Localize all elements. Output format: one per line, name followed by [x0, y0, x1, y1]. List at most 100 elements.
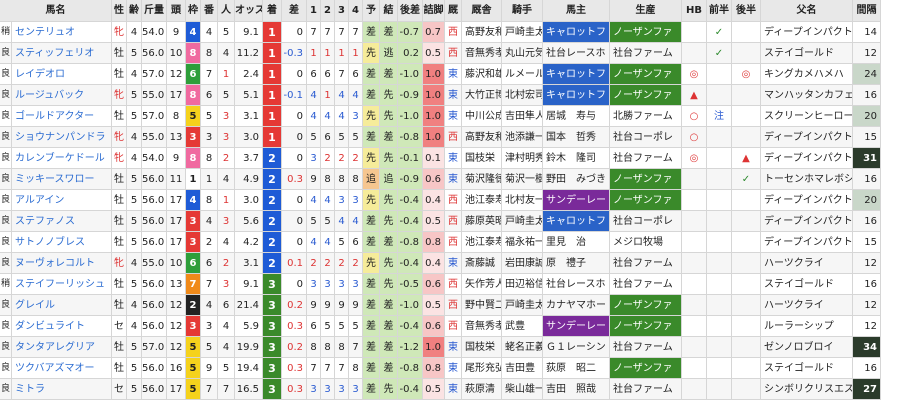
cell-sa: 0 — [282, 211, 307, 232]
column-header[interactable]: 前半 — [707, 0, 732, 22]
cell-tsume: 0.4 — [423, 190, 445, 211]
cell-odds: 3.1 — [235, 253, 263, 274]
cell-p3: 5 — [335, 316, 349, 337]
column-header[interactable]: 人 — [218, 0, 235, 22]
column-header[interactable]: 枠 — [186, 0, 201, 22]
column-header[interactable]: 結 — [380, 0, 398, 22]
cell-p3: 1 — [335, 43, 349, 64]
column-header[interactable]: 斤量 — [142, 0, 167, 22]
cell-p4: 2 — [349, 148, 363, 169]
cell-age: 4 — [127, 148, 142, 169]
horse-name-link[interactable]: ルージュバック — [12, 85, 112, 106]
cell-chaku: 2 — [263, 211, 282, 232]
cell-kosa: -0.8 — [398, 127, 423, 148]
cell-tsume: 0.6 — [423, 316, 445, 337]
cell-kou — [732, 337, 761, 358]
column-header[interactable]: 厩舎 — [462, 0, 502, 22]
column-header[interactable]: 父名 — [761, 0, 853, 22]
cell-waku: 3 — [186, 211, 201, 232]
column-header[interactable]: 馬主 — [543, 0, 610, 22]
cell-kou: ✓ — [732, 169, 761, 190]
cell-owner: 居城 寿与 — [543, 106, 610, 127]
cell-kyusha: 国枝栄 — [462, 337, 502, 358]
cell-farm: 社台ファーム — [610, 43, 682, 64]
cell-zen — [707, 148, 732, 169]
cell-cond: 良 — [0, 148, 12, 169]
cell-tsume: 0.6 — [423, 169, 445, 190]
horse-name-link[interactable]: ミトラ — [12, 379, 112, 400]
cell-kosa: -0.9 — [398, 169, 423, 190]
column-header[interactable]: 差 — [282, 0, 307, 22]
horse-name-link[interactable]: サトノノブレス — [12, 232, 112, 253]
cell-kishu: 吉田豊 — [502, 358, 543, 379]
column-header[interactable]: 着 — [263, 0, 282, 22]
horse-name-link[interactable]: ゴールドアクター — [12, 106, 112, 127]
horse-name-link[interactable]: ステファノス — [12, 211, 112, 232]
horse-name-link[interactable]: センテリュオ — [12, 22, 112, 43]
cell-p1: 3 — [307, 148, 321, 169]
cell-sa: 0 — [282, 106, 307, 127]
cell-p1: 6 — [307, 64, 321, 85]
horse-name-link[interactable]: レイデオロ — [12, 64, 112, 85]
cell-odds: 3.1 — [235, 106, 263, 127]
horse-name-link[interactable]: ダンビュライト — [12, 316, 112, 337]
cell-kou: ▲ — [732, 148, 761, 169]
cell-to: 9 — [167, 22, 186, 43]
horse-name-link[interactable]: ショウナンパンドラ — [12, 127, 112, 148]
column-header[interactable]: 予 — [363, 0, 380, 22]
column-header[interactable]: 後差 — [398, 0, 423, 22]
column-header[interactable]: 4 — [349, 0, 363, 22]
horse-name-link[interactable]: ミッキースワロー — [12, 169, 112, 190]
horse-name-link[interactable]: スティッフェリオ — [12, 43, 112, 64]
cell-yo: 先 — [363, 43, 380, 64]
cell-kishu: ルメール — [502, 64, 543, 85]
horse-name-link[interactable]: カレンブーケドール — [12, 148, 112, 169]
cell-kosa: -0.7 — [398, 22, 423, 43]
cell-ban: 4 — [201, 22, 218, 43]
column-header[interactable]: 性 — [112, 0, 127, 22]
cell-kou — [732, 358, 761, 379]
cell-kin: 56.0 — [142, 232, 167, 253]
cell-p2: 7 — [321, 358, 335, 379]
horse-name-link[interactable]: アルアイン — [12, 190, 112, 211]
cell-kishu: 北村友一 — [502, 190, 543, 211]
cell-p1: 8 — [307, 337, 321, 358]
column-header[interactable]: オッズ — [235, 0, 263, 22]
cell-sire: ディープインパクト — [761, 190, 853, 211]
horse-name-link[interactable]: ツクバアズマオー — [12, 358, 112, 379]
cell-zen — [707, 316, 732, 337]
cell-kin: 56.0 — [142, 43, 167, 64]
column-header[interactable]: 1 — [307, 0, 321, 22]
column-header[interactable]: 厩 — [445, 0, 462, 22]
column-header[interactable]: 間隔 — [853, 0, 881, 22]
column-header[interactable]: 馬名 — [0, 0, 112, 22]
column-header[interactable]: HB — [682, 0, 707, 22]
cell-kan: 12 — [853, 316, 881, 337]
cell-yo: 差 — [363, 358, 380, 379]
column-header[interactable]: 詰脚 — [423, 0, 445, 22]
cell-kosa: -0.9 — [398, 85, 423, 106]
horse-name-link[interactable]: グレイル — [12, 295, 112, 316]
cell-chaku: 2 — [263, 148, 282, 169]
horse-name-link[interactable]: ヌーヴォレコルト — [12, 253, 112, 274]
cell-zen — [707, 274, 732, 295]
cell-kyu: 西 — [445, 127, 462, 148]
column-header[interactable]: 3 — [335, 0, 349, 22]
column-header[interactable]: 後半 — [732, 0, 761, 22]
column-header[interactable]: 騎手 — [502, 0, 543, 22]
horse-name-link[interactable]: ステイフーリッシュ — [12, 274, 112, 295]
column-header[interactable]: 生産 — [610, 0, 682, 22]
column-header[interactable]: 齢 — [127, 0, 142, 22]
cell-tsume: 0.7 — [423, 22, 445, 43]
column-header[interactable]: 番 — [201, 0, 218, 22]
horse-name-link[interactable]: タンタアレグリア — [12, 337, 112, 358]
cell-kyusha: 国枝栄 — [462, 148, 502, 169]
cell-ke: 差 — [380, 358, 398, 379]
cell-p2: 1 — [321, 43, 335, 64]
cell-p4: 2 — [349, 253, 363, 274]
cell-age: 4 — [127, 253, 142, 274]
cell-kin: 57.0 — [142, 337, 167, 358]
column-header[interactable]: 2 — [321, 0, 335, 22]
cell-kishu: 池添謙一 — [502, 127, 543, 148]
column-header[interactable]: 頭 — [167, 0, 186, 22]
